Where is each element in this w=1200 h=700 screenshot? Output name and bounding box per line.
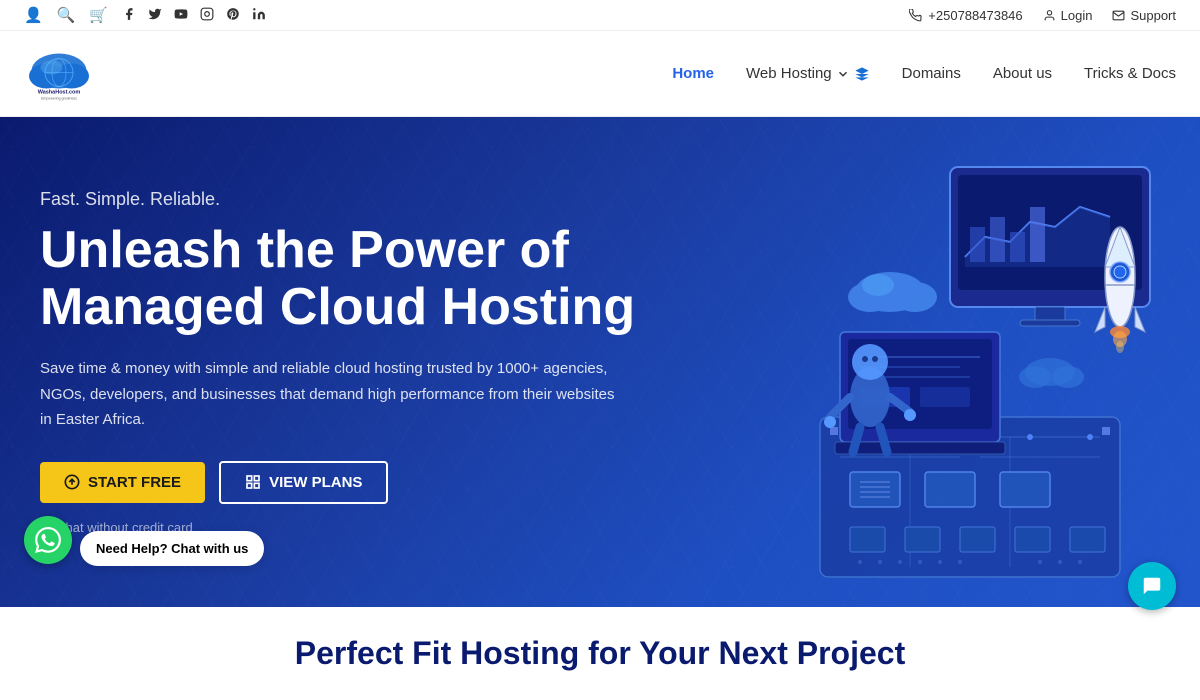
- top-bar-icons: 👤 🔍 🛒: [24, 6, 266, 24]
- hero-title-line2: Managed Cloud Hosting: [40, 278, 635, 336]
- cart-icon[interactable]: 🛒: [89, 6, 108, 24]
- search-icon[interactable]: 🔍: [57, 6, 76, 24]
- support-link[interactable]: Support: [1112, 8, 1176, 23]
- logo-area[interactable]: WashaHost.com Empowering greatness: [24, 41, 94, 106]
- chat-bubble: Need Help? Chat with us: [80, 531, 264, 566]
- svg-text:WashaHost.com: WashaHost.com: [38, 90, 81, 96]
- linkedin-icon[interactable]: [252, 7, 266, 24]
- nav-domains[interactable]: Domains: [902, 65, 961, 82]
- nav-links: Home Web Hosting Domains About us Tricks…: [672, 65, 1176, 82]
- chat-action-text: Chat with us: [171, 541, 248, 556]
- top-bar: 👤 🔍 🛒 +2507884738: [0, 0, 1200, 31]
- navbar: WashaHost.com Empowering greatness Home …: [0, 31, 1200, 117]
- hero-tagline: Fast. Simple. Reliable.: [40, 189, 635, 210]
- hero-title: Unleash the Power of Managed Cloud Hosti…: [40, 222, 635, 336]
- hero-description: Save time & money with simple and reliab…: [40, 356, 620, 433]
- chat-icon-button[interactable]: [1128, 562, 1176, 610]
- pinterest-icon[interactable]: [226, 7, 240, 24]
- nav-about[interactable]: About us: [993, 65, 1052, 82]
- whatsapp-button[interactable]: [24, 516, 72, 564]
- login-link[interactable]: Login: [1043, 8, 1093, 23]
- start-free-button[interactable]: START FREE: [40, 462, 205, 503]
- hero-buttons: START FREE VIEW PLANS: [40, 461, 635, 504]
- hero-title-line1: Unleash the Power of: [40, 221, 569, 279]
- phone-number[interactable]: +250788473846: [909, 8, 1022, 23]
- svg-text:Empowering greatness: Empowering greatness: [41, 97, 77, 101]
- instagram-icon[interactable]: [200, 7, 214, 24]
- social-icons: [122, 7, 266, 24]
- logo[interactable]: WashaHost.com Empowering greatness: [24, 41, 94, 106]
- account-icon[interactable]: 👤: [24, 6, 43, 24]
- hero-content: Fast. Simple. Reliable. Unleash the Powe…: [40, 189, 635, 535]
- view-plans-button[interactable]: VIEW PLANS: [219, 461, 388, 504]
- hero-illustration: [760, 137, 1180, 587]
- chat-help-text: Need Help?: [96, 541, 168, 556]
- top-bar-right: +250788473846 Login Support: [909, 8, 1176, 23]
- nav-tricks[interactable]: Tricks & Docs: [1084, 65, 1176, 82]
- nav-home[interactable]: Home: [672, 65, 714, 82]
- youtube-icon[interactable]: [174, 7, 188, 24]
- bottom-title: Perfect Fit Hosting for Your Next Projec…: [40, 635, 1160, 672]
- nav-webhosting[interactable]: Web Hosting: [746, 65, 870, 82]
- twitter-icon[interactable]: [148, 7, 162, 24]
- facebook-icon[interactable]: [122, 7, 136, 24]
- bottom-teaser: Perfect Fit Hosting for Your Next Projec…: [0, 607, 1200, 700]
